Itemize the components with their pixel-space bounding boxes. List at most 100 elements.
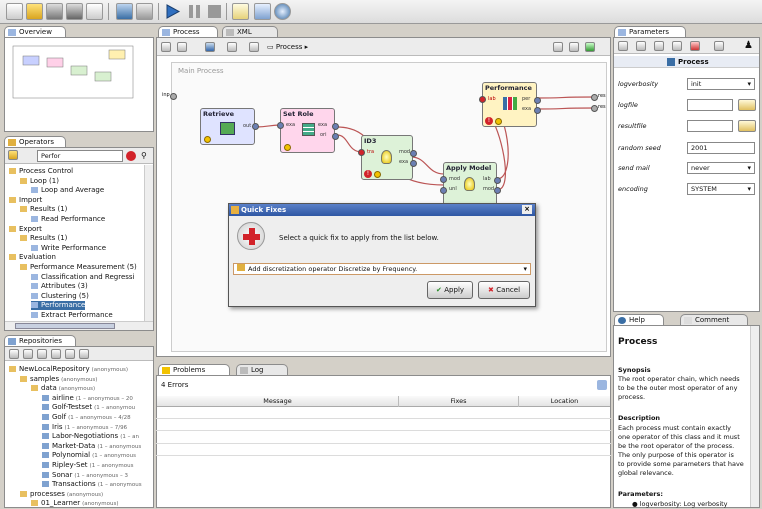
column-fixes[interactable]: Fixes	[398, 396, 518, 407]
tree-item[interactable]: Performance Measurement (5)	[20, 263, 137, 272]
tree-item[interactable]: Results (1)	[20, 205, 67, 214]
repository-item[interactable]: Golf-Testset (1 – anonymou	[42, 403, 135, 413]
parameter-input[interactable]: SYSTEM	[687, 183, 755, 195]
error-icon[interactable]: !	[485, 117, 493, 125]
parameter-input[interactable]	[687, 120, 733, 132]
operator-apply-model[interactable]: Apply Model mod unl lab mod	[440, 162, 501, 207]
tab-overview[interactable]: Overview	[4, 26, 66, 37]
tree-item[interactable]: Results (1)	[20, 234, 67, 243]
problem-row[interactable]: !The input example set needs to contain …	[156, 432, 611, 444]
tree-item[interactable]: Classification and Regressi	[31, 273, 135, 282]
cancel-button[interactable]: ✖ Cancel	[478, 281, 530, 299]
repository-item[interactable]: Polynomial (1 – anonymous	[42, 451, 136, 461]
save-as-icon[interactable]	[66, 3, 83, 20]
parameter-input[interactable]: 2001	[687, 142, 755, 154]
repository-item[interactable]: airline (1 – anonymous – 20	[42, 394, 133, 404]
clear-search-icon[interactable]	[126, 151, 136, 161]
tree-item[interactable]: Import	[9, 196, 42, 205]
quick-fix-select[interactable]: Add discretization operator Discretize b…	[233, 263, 531, 275]
tree-item[interactable]: Clustering (5)	[31, 292, 89, 301]
new-icon[interactable]	[6, 3, 23, 20]
tree-item[interactable]: Extract Performance	[31, 311, 113, 320]
tree-item[interactable]: Attributes (3)	[31, 282, 88, 291]
problem-row[interactable]: !ID3 cannot handle numerical attributes.…	[156, 407, 611, 419]
apply-button[interactable]: ✔ Apply	[427, 281, 473, 299]
open-entry-icon[interactable]	[51, 349, 61, 359]
tree-item[interactable]: Read Performance	[31, 215, 105, 224]
new-operator-icon[interactable]	[8, 150, 18, 160]
tab-log[interactable]: Log	[236, 364, 288, 375]
info-icon[interactable]	[714, 41, 724, 51]
tree-item[interactable]: Performance	[31, 301, 86, 311]
operator-performance[interactable]: Performance lab per exa !	[479, 82, 541, 127]
operator-id3[interactable]: ID3 tra mod exa !	[358, 135, 417, 180]
options-icon[interactable]	[672, 41, 682, 51]
operator-retrieve[interactable]: Retrieve out	[200, 108, 259, 145]
tab-problems[interactable]: Problems	[158, 364, 230, 375]
repository-item[interactable]: NewLocalRepository (anonymous)	[9, 365, 128, 375]
stop-icon[interactable]	[206, 3, 223, 20]
wizard-icon[interactable]	[254, 3, 271, 20]
repository-item[interactable]: Golf (1 – anonymous – 4/28	[42, 413, 131, 423]
user-icon[interactable]: ♟	[744, 40, 756, 54]
column-location[interactable]: Location	[518, 396, 610, 407]
tab-repositories[interactable]: Repositories	[4, 335, 76, 346]
repository-item[interactable]: data (anonymous)	[31, 384, 95, 394]
add-repository-icon[interactable]	[9, 349, 19, 359]
repository-item[interactable]: Market-Data (1 – anonymous	[42, 442, 141, 452]
operator-search-input[interactable]: Perfor	[37, 150, 123, 162]
repository-item[interactable]: processes (anonymous)	[20, 490, 103, 500]
pause-icon[interactable]	[186, 3, 203, 20]
redo-icon[interactable]	[136, 3, 153, 20]
help-scrollbar[interactable]	[750, 326, 759, 507]
browse-folder-icon[interactable]	[738, 120, 756, 132]
repository-item[interactable]: Iris (1 – anonymous – 7/96	[42, 423, 127, 433]
repository-item[interactable]: samples (anonymous)	[20, 375, 97, 385]
repository-item[interactable]: Transactions (1 – anonymous	[42, 480, 142, 490]
tab-comment[interactable]: Comment	[680, 314, 748, 325]
operator-set-role[interactable]: Set Role exa exa ori	[277, 108, 339, 153]
open-icon[interactable]	[26, 3, 43, 20]
overview-panel[interactable]	[4, 37, 154, 132]
store-icon[interactable]	[65, 349, 75, 359]
tree-item[interactable]: Write Performance	[31, 244, 106, 253]
tab-xml[interactable]: XML	[222, 26, 278, 37]
export-icon[interactable]	[86, 3, 103, 20]
validate-icon[interactable]	[232, 3, 249, 20]
tree-item[interactable]: Process Control	[9, 167, 73, 176]
undo-icon[interactable]	[116, 3, 133, 20]
parameter-input[interactable]: init	[687, 78, 755, 90]
problem-row[interactable]: !The input example set needs to contain …	[156, 444, 611, 456]
operators-hscrollbar[interactable]	[5, 321, 153, 330]
tab-help[interactable]: Help	[614, 314, 664, 325]
repository-item[interactable]: Ripley-Set (1 – anonymous	[42, 461, 133, 471]
browse-folder-icon[interactable]	[738, 99, 756, 111]
expert-mode-icon[interactable]	[618, 41, 628, 51]
tab-parameters[interactable]: Parameters	[614, 26, 686, 37]
save-icon[interactable]	[46, 3, 63, 20]
tab-operators[interactable]: Operators	[4, 136, 66, 147]
repository-item[interactable]: Sonar (1 – anonymous – 3	[42, 471, 128, 481]
operators-scrollbar[interactable]	[144, 165, 153, 321]
column-message[interactable]: Message	[157, 396, 398, 407]
help-icon[interactable]	[274, 3, 291, 20]
run-icon[interactable]	[164, 3, 181, 20]
tab-process[interactable]: Process	[158, 26, 218, 37]
parameter-input[interactable]: never	[687, 162, 755, 174]
tree-item[interactable]: Loop (1)	[20, 177, 59, 186]
tree-item[interactable]: Export	[9, 225, 42, 234]
repository-item[interactable]: Labor-Negotiations (1 – an	[42, 432, 139, 442]
paste-icon[interactable]	[654, 41, 664, 51]
error-icon[interactable]: !	[364, 170, 372, 178]
add-data-icon[interactable]	[23, 349, 33, 359]
breakpoint-icon[interactable]	[690, 41, 700, 51]
tree-item[interactable]: Loop and Average	[31, 186, 104, 195]
problem-row[interactable]: !Input example set must have special att…	[156, 419, 611, 432]
tree-item[interactable]: Evaluation	[9, 253, 56, 262]
refresh-icon[interactable]	[37, 349, 47, 359]
filter-icon[interactable]: ⚲	[141, 151, 150, 161]
sort-icon[interactable]	[597, 380, 607, 390]
close-icon[interactable]: ×	[522, 205, 532, 214]
copy-icon[interactable]	[636, 41, 646, 51]
parameter-input[interactable]	[687, 99, 733, 111]
